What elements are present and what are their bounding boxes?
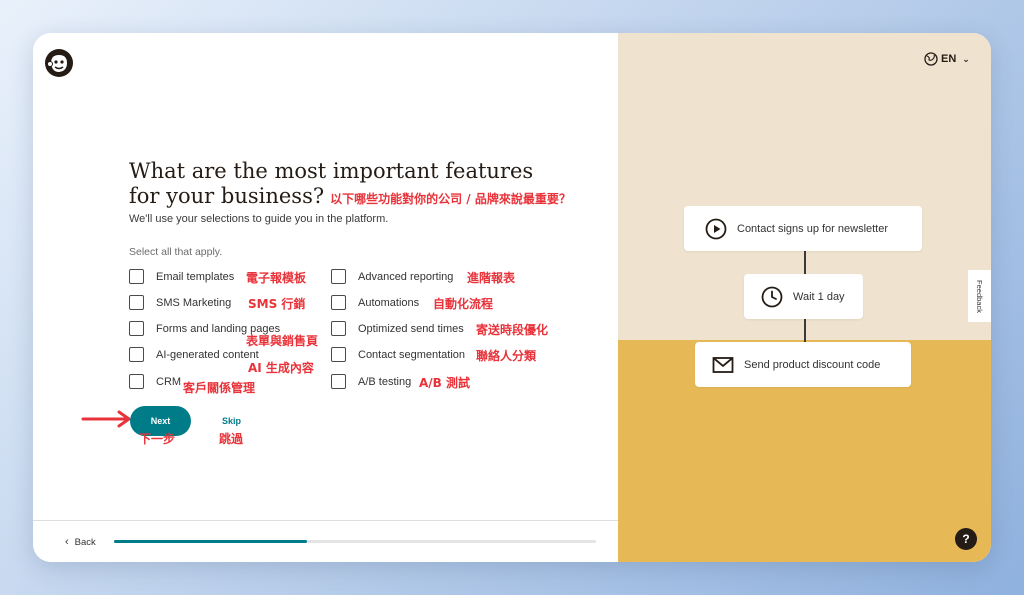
option-optimized-send-times[interactable]: Optimized send times [331, 320, 464, 337]
language-label: EN [941, 53, 957, 65]
flow-step-label: Wait 1 day [793, 290, 845, 303]
option-label: AI-generated content [156, 348, 259, 361]
left-panel: What are the most important features for… [33, 33, 618, 562]
option-label: SMS Marketing [156, 296, 232, 309]
option-label: A/B testing [358, 375, 412, 388]
option-annotation: A/B 測試 [419, 376, 470, 390]
option-ai-generated-content[interactable]: AI-generated content [129, 346, 259, 363]
checkbox[interactable] [331, 321, 346, 336]
option-annotation: 電子報模板 [246, 271, 307, 285]
flow-connector [804, 319, 806, 344]
option-annotation: 聯絡人分類 [476, 349, 537, 363]
language-selector[interactable]: EN ⌄ [924, 52, 970, 66]
flow-step-label: Send product discount code [744, 358, 881, 371]
flow-connector [804, 251, 806, 274]
option-label: Optimized send times [358, 322, 464, 335]
option-advanced-reporting[interactable]: Advanced reporting [331, 268, 453, 285]
skip-link[interactable]: Skip [222, 416, 241, 426]
option-label: Email templates [156, 270, 235, 283]
checkbox[interactable] [129, 295, 144, 310]
help-button[interactable]: ? [955, 528, 977, 550]
option-annotation: 自動化流程 [433, 297, 494, 311]
envelope-icon [712, 356, 734, 373]
back-button[interactable]: ‹ Back [65, 536, 96, 548]
flow-step-wait: Wait 1 day [744, 274, 863, 319]
flow-step-label: Contact signs up for newsletter [737, 222, 889, 235]
onboarding-card: What are the most important features for… [33, 33, 991, 562]
chevron-left-icon: ‹ [65, 536, 69, 548]
checkbox[interactable] [331, 347, 346, 362]
globe-icon [924, 52, 938, 66]
title-annotation: 以下哪些功能對你的公司 / 品牌來說最重要？ [330, 192, 571, 206]
option-ab-testing[interactable]: A/B testing [331, 373, 411, 390]
feedback-tab[interactable]: Feedback [968, 270, 991, 322]
checkbox[interactable] [331, 295, 346, 310]
play-circle-icon [705, 218, 727, 239]
select-all-hint: Select all that apply. [129, 246, 223, 258]
chevron-down-icon: ⌄ [962, 53, 970, 64]
checkbox[interactable] [129, 321, 144, 336]
title-line-1: What are the most important features [129, 159, 534, 183]
flow-step-trigger: Contact signs up for newsletter [684, 206, 922, 251]
option-label: CRM [156, 375, 182, 388]
page-subtitle: We'll use your selections to guide you i… [129, 213, 389, 225]
option-label: Contact segmentation [358, 348, 466, 361]
next-annotation: 下一步 [139, 432, 176, 446]
flow-step-action: Send product discount code [695, 342, 911, 387]
back-label: Back [74, 536, 96, 548]
option-email-templates[interactable]: Email templates [129, 268, 234, 285]
option-annotation: AI 生成內容 [248, 361, 314, 375]
feedback-label: Feedback [975, 279, 984, 313]
title-line-2: for your business? [129, 184, 325, 208]
page-title: What are the most important features for… [129, 159, 589, 212]
mailchimp-logo-icon [45, 49, 73, 77]
checkbox[interactable] [331, 374, 346, 389]
checkbox[interactable] [331, 269, 346, 284]
option-crm[interactable]: CRM [129, 373, 181, 390]
option-annotation: 寄送時段優化 [476, 323, 549, 337]
option-sms-marketing[interactable]: SMS Marketing [129, 294, 231, 311]
progress-bar [114, 540, 596, 543]
checkbox[interactable] [129, 347, 144, 362]
checkbox[interactable] [129, 374, 144, 389]
progress-fill [114, 540, 307, 543]
option-annotation: SMS 行銷 [248, 297, 306, 311]
skip-annotation: 跳過 [219, 432, 244, 446]
option-annotation: 客戶關係管理 [183, 381, 256, 395]
checkbox[interactable] [129, 269, 144, 284]
clock-icon [761, 286, 783, 307]
footer-divider [33, 520, 618, 521]
option-annotation: 進階報表 [467, 271, 516, 285]
option-contact-segmentation[interactable]: Contact segmentation [331, 346, 465, 363]
option-label: Automations [358, 296, 420, 309]
option-label: Advanced reporting [358, 270, 454, 283]
option-automations[interactable]: Automations [331, 294, 419, 311]
right-panel: EN ⌄ Contact signs up for newsletter Wai… [618, 33, 991, 562]
